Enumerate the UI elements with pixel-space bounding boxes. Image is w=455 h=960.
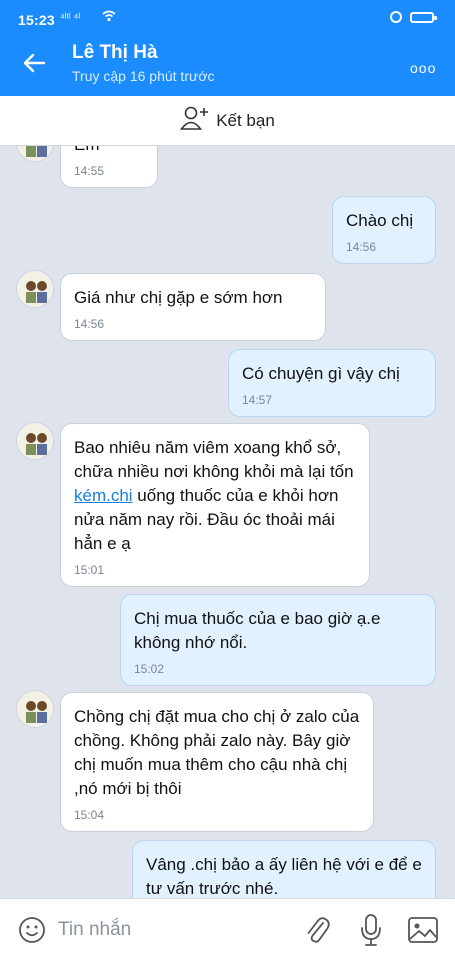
message-text: Chào chị <box>346 211 414 230</box>
battery-icon <box>410 12 437 23</box>
message-bubble-outgoing[interactable]: Chào chị 14:56 <box>332 196 436 264</box>
emoji-icon[interactable] <box>18 916 46 944</box>
message-time: 14:55 <box>74 164 105 178</box>
status-bar: 15:23 ⁴ˡᵗˡ ⁴ˡ <box>0 0 455 34</box>
message-time: 15:04 <box>74 808 105 822</box>
message-list[interactable]: Em 14:55 Chào chị 14:56 Giá như chị gặp … <box>0 146 455 898</box>
add-friend-label: Kết bạn <box>216 110 275 130</box>
contact-avatar[interactable] <box>16 146 54 162</box>
contact-avatar[interactable] <box>16 422 54 460</box>
message-bubble-incoming[interactable]: Em 14:55 <box>60 146 158 188</box>
message-text: Có chuyện gì vậy chị <box>242 364 400 383</box>
message-bubble-outgoing[interactable]: Chị mua thuốc của e bao giờ ạ.e không nh… <box>120 594 436 686</box>
message-input[interactable]: Tin nhắn <box>58 919 131 941</box>
back-arrow-icon[interactable] <box>20 48 50 78</box>
message-text: Chồng chị đặt mua cho chị ở zalo của chồ… <box>74 707 360 798</box>
message-text-part: Bao nhiêu năm viêm xoang khổ sở, chữa nh… <box>74 438 354 481</box>
status-time: 15:23 <box>18 12 55 28</box>
alarm-icon <box>390 11 402 23</box>
message-bubble-outgoing[interactable]: Có chuyện gì vậy chị 14:57 <box>228 349 436 417</box>
message-text: Giá như chị gặp e sớm hơn <box>74 288 283 307</box>
contact-avatar[interactable] <box>16 270 54 308</box>
signal-icon: ⁴ˡᵗˡ ⁴ˡ <box>60 12 81 24</box>
message-text: Chị mua thuốc của e bao giờ ạ.e không nh… <box>134 609 381 652</box>
message-link[interactable]: kém.chi <box>74 486 133 505</box>
message-time: 14:57 <box>242 393 273 407</box>
last-seen-status: Truy cập 16 phút trước <box>72 68 215 84</box>
message-bubble-outgoing[interactable]: Vâng .chị bảo a ấy liên hệ với e để e tư… <box>132 840 436 898</box>
message-text: Vâng .chị bảo a ấy liên hệ với e để e tư… <box>146 855 422 898</box>
message-text: Em <box>74 146 100 154</box>
more-options-icon[interactable]: ooo <box>410 60 436 76</box>
message-time: 14:56 <box>346 240 377 254</box>
wifi-icon <box>102 10 116 25</box>
add-user-icon <box>180 105 210 136</box>
message-bubble-incoming[interactable]: Chồng chị đặt mua cho chị ở zalo của chồ… <box>60 692 374 832</box>
contact-name[interactable]: Lê Thị Hà <box>72 42 158 64</box>
attachment-icon[interactable] <box>304 914 330 946</box>
chat-header: Lê Thị Hà Truy cập 16 phút trước ooo <box>0 34 455 96</box>
contact-avatar[interactable] <box>16 690 54 728</box>
microphone-icon[interactable] <box>359 913 383 947</box>
message-time: 15:02 <box>134 662 165 676</box>
message-input-bar: Tin nhắn <box>0 898 455 960</box>
message-bubble-incoming[interactable]: Bao nhiêu năm viêm xoang khổ sở, chữa nh… <box>60 423 370 587</box>
message-bubble-incoming[interactable]: Giá như chị gặp e sớm hơn 14:56 <box>60 273 326 341</box>
message-time: 14:56 <box>74 317 105 331</box>
image-gallery-icon[interactable] <box>407 916 439 944</box>
add-friend-button[interactable]: Kết bạn <box>0 96 455 146</box>
message-time: 15:01 <box>74 563 105 577</box>
